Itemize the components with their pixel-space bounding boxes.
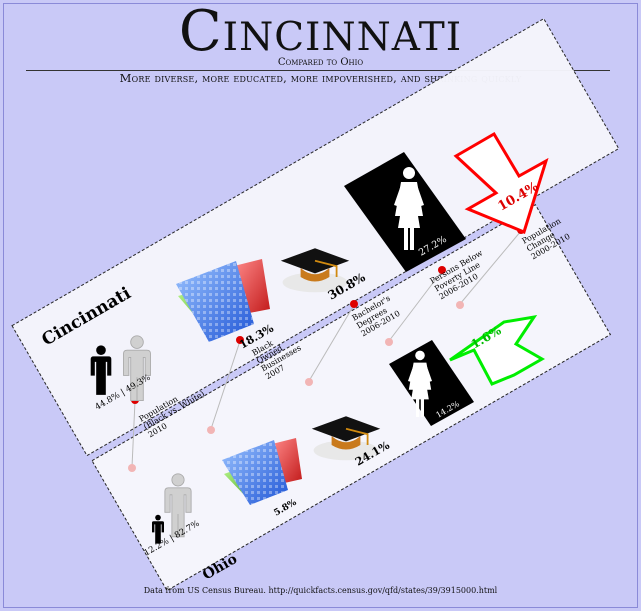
source-note: Data from US Census Bureau. http://quick… — [143, 586, 498, 595]
infographic-frame: Cincinnati Compared to Ohio More diverse… — [3, 3, 638, 608]
comparison-diagram: Cincinnati 44.8% | 49.3% 18.3% 30.8% 27.… — [11, 17, 620, 592]
